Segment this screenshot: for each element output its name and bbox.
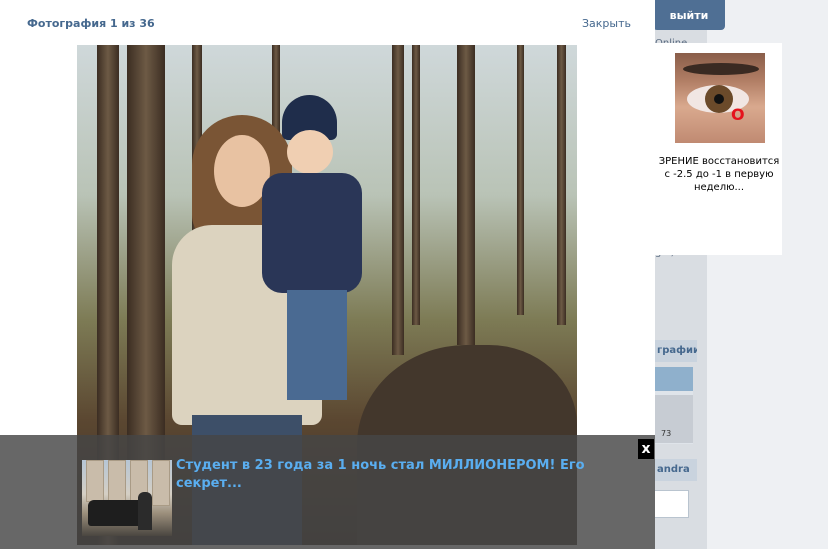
logout-button[interactable]: выйти (653, 0, 725, 30)
side-ad[interactable]: O ЗРЕНИЕ восстановится с -2.5 до -1 в пе… (655, 43, 782, 255)
background-thumbnail[interactable]: 73 (655, 367, 693, 444)
side-ad-image[interactable]: O (675, 53, 765, 143)
background-input[interactable] (651, 490, 689, 518)
background-section-user[interactable]: andra (655, 459, 697, 481)
bottom-ad-text[interactable]: Студент в 23 года за 1 ночь стал МИЛЛИОН… (176, 457, 596, 493)
background-section-photos[interactable]: графии (655, 340, 697, 362)
ad-close-button[interactable]: x (638, 439, 654, 459)
side-ad-mark: O (731, 105, 745, 124)
bottom-ad-image[interactable] (82, 460, 172, 536)
close-link[interactable]: Закрыть (582, 17, 631, 30)
side-ad-text[interactable]: ЗРЕНИЕ восстановится с -2.5 до -1 в перв… (658, 155, 780, 194)
photo-counter: Фотография 1 из 36 (27, 17, 155, 30)
thumbnail-count: 73 (661, 429, 672, 438)
photo-viewer-modal: Фотография 1 из 36 Закрыть Студент в 23 … (0, 0, 655, 549)
